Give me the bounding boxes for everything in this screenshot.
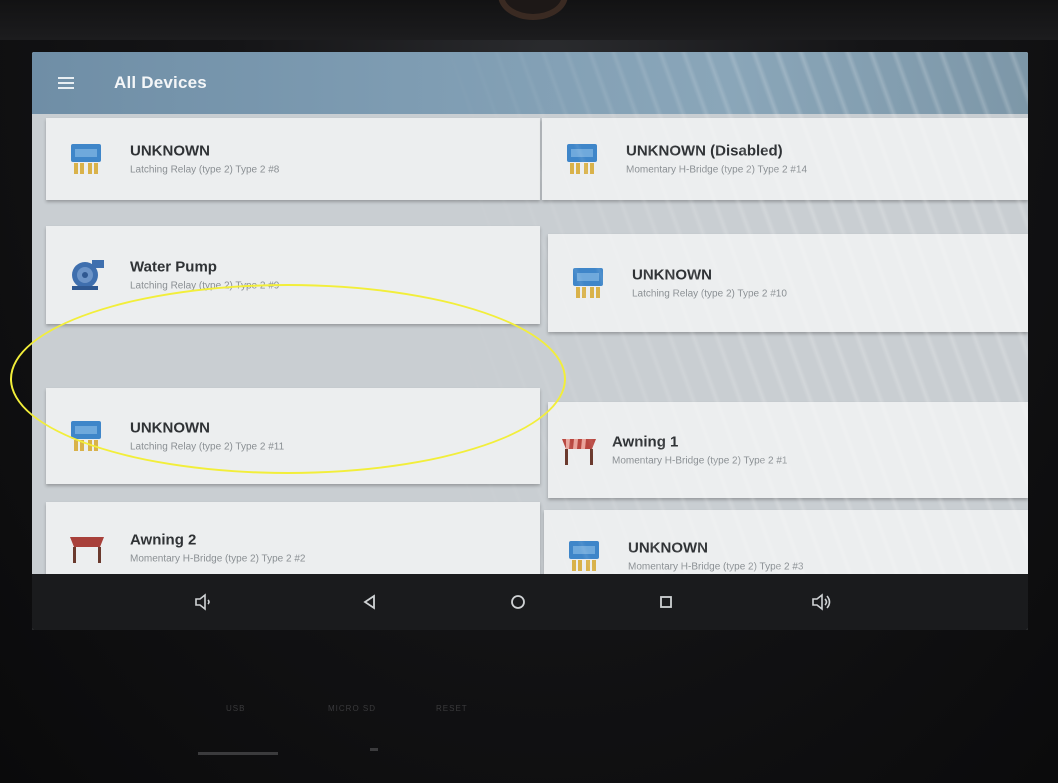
relay-box-icon: [71, 144, 101, 174]
device-name: UNKNOWN: [632, 266, 712, 284]
device-card[interactable]: UNKNOWN Latching Relay (type 2) Type 2 #…: [46, 118, 540, 200]
microsd-slot: [370, 748, 378, 751]
device-subtitle: Latching Relay (type 2) Type 2 #11: [130, 441, 285, 453]
usb-port: [198, 752, 278, 755]
app-bar: All Devices: [32, 52, 1028, 114]
home-icon[interactable]: [498, 582, 538, 622]
port-label-usb: USB: [226, 704, 246, 713]
awning-icon: [562, 439, 596, 465]
device-name: UNKNOWN: [130, 419, 210, 437]
port-label-microsd: MICRO SD: [328, 704, 376, 713]
device-grid: UNKNOWN Latching Relay (type 2) Type 2 #…: [32, 114, 1028, 602]
volume-up-icon[interactable]: [802, 582, 842, 622]
relay-box-icon: [567, 144, 597, 174]
device-name: Water Pump: [130, 258, 217, 276]
device-name: UNKNOWN: [628, 539, 708, 557]
device-name: UNKNOWN: [130, 142, 210, 160]
device-card[interactable]: UNKNOWN Latching Relay (type 2) Type 2 #…: [46, 388, 540, 484]
device-name: Awning 1: [612, 433, 679, 451]
device-card[interactable]: UNKNOWN Latching Relay (type 2) Type 2 #…: [548, 234, 1028, 332]
device-name: UNKNOWN (Disabled): [626, 142, 783, 160]
device-photo: All Devices UNKNOWN Latching Relay (type…: [0, 0, 1058, 783]
device-card[interactable]: Water Pump Latching Relay (type 2) Type …: [46, 226, 540, 324]
device-subtitle: Latching Relay (type 2) Type 2 #8: [130, 164, 280, 176]
volume-down-icon[interactable]: [184, 582, 224, 622]
device-subtitle: Latching Relay (type 2) Type 2 #10: [632, 288, 787, 300]
device-subtitle: Momentary H-Bridge (type 2) Type 2 #1: [612, 455, 788, 467]
device-card[interactable]: Awning 1 Momentary H-Bridge (type 2) Typ…: [548, 402, 1028, 498]
tablet-screen: All Devices UNKNOWN Latching Relay (type…: [32, 52, 1028, 630]
device-name: Awning 2: [130, 531, 197, 549]
system-nav-bar: [32, 574, 1028, 630]
device-subtitle: Momentary H-Bridge (type 2) Type 2 #2: [130, 553, 306, 565]
relay-box-icon: [71, 421, 101, 451]
page-title: All Devices: [114, 73, 207, 92]
pump-icon: [72, 260, 104, 290]
recents-icon[interactable]: [646, 582, 686, 622]
device-subtitle: Momentary H-Bridge (type 2) Type 2 #3: [628, 561, 804, 573]
device-subtitle: Latching Relay (type 2) Type 2 #9: [130, 280, 280, 292]
device-card[interactable]: UNKNOWN (Disabled) Momentary H-Bridge (t…: [542, 118, 1028, 200]
relay-box-icon: [569, 541, 599, 571]
relay-box-icon: [573, 268, 603, 298]
awning-icon: [70, 537, 104, 563]
back-icon[interactable]: [350, 582, 390, 622]
port-label-reset: RESET: [436, 704, 468, 713]
device-subtitle: Momentary H-Bridge (type 2) Type 2 #14: [626, 164, 808, 176]
hamburger-menu-icon[interactable]: [58, 77, 74, 89]
